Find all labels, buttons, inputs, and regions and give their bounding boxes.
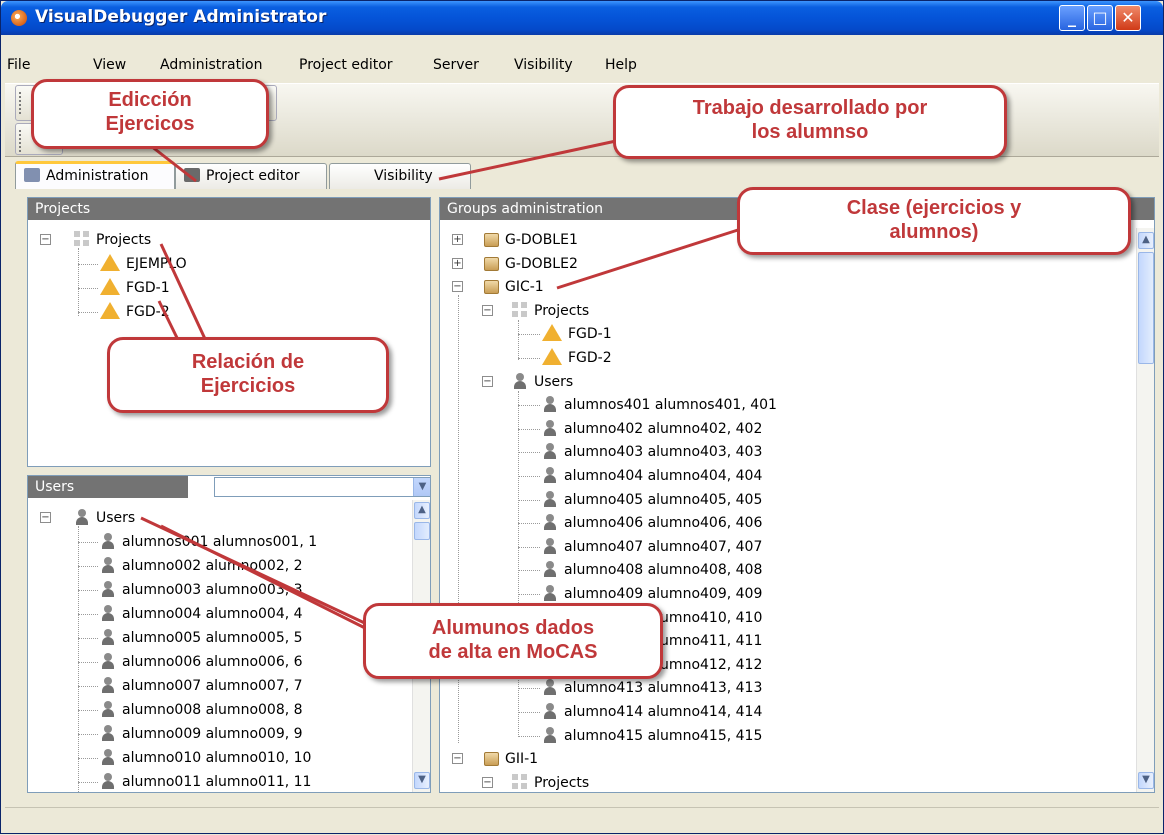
callout-pointer	[159, 243, 208, 342]
callout-line: de alta en MoCAS	[428, 641, 598, 663]
callout-alumnos: Alumunos dados de alta en MoCAS	[363, 603, 663, 679]
callout-line: Ejercicos	[105, 113, 195, 135]
callout-pointer	[150, 144, 197, 183]
callout-pointer	[438, 139, 617, 181]
callout-edicion: Edicción Ejercicos	[31, 79, 269, 149]
callout-line: Trabajo desarrollado por	[692, 97, 928, 119]
callout-relacion: Relación de Ejercicios	[107, 337, 389, 413]
app-window: VisualDebugger Administrator _ □ ✕ File …	[0, 0, 1164, 834]
callout-pointer	[556, 227, 742, 290]
callout-line: Clase (ejercicios y	[846, 197, 1022, 219]
callout-line: Ejercicios	[200, 375, 296, 397]
callout-trabajo: Trabajo desarrollado por los alumnso	[613, 85, 1007, 159]
callout-line: Alumunos dados	[431, 617, 595, 639]
callout-line: los alumnso	[751, 121, 869, 143]
callout-line: Relación de	[191, 351, 305, 373]
callout-pointer	[160, 524, 372, 633]
callout-line: alumnos)	[889, 221, 979, 243]
callout-clase: Clase (ejercicios y alumnos)	[737, 187, 1131, 255]
callout-line: Edicción	[108, 89, 192, 111]
